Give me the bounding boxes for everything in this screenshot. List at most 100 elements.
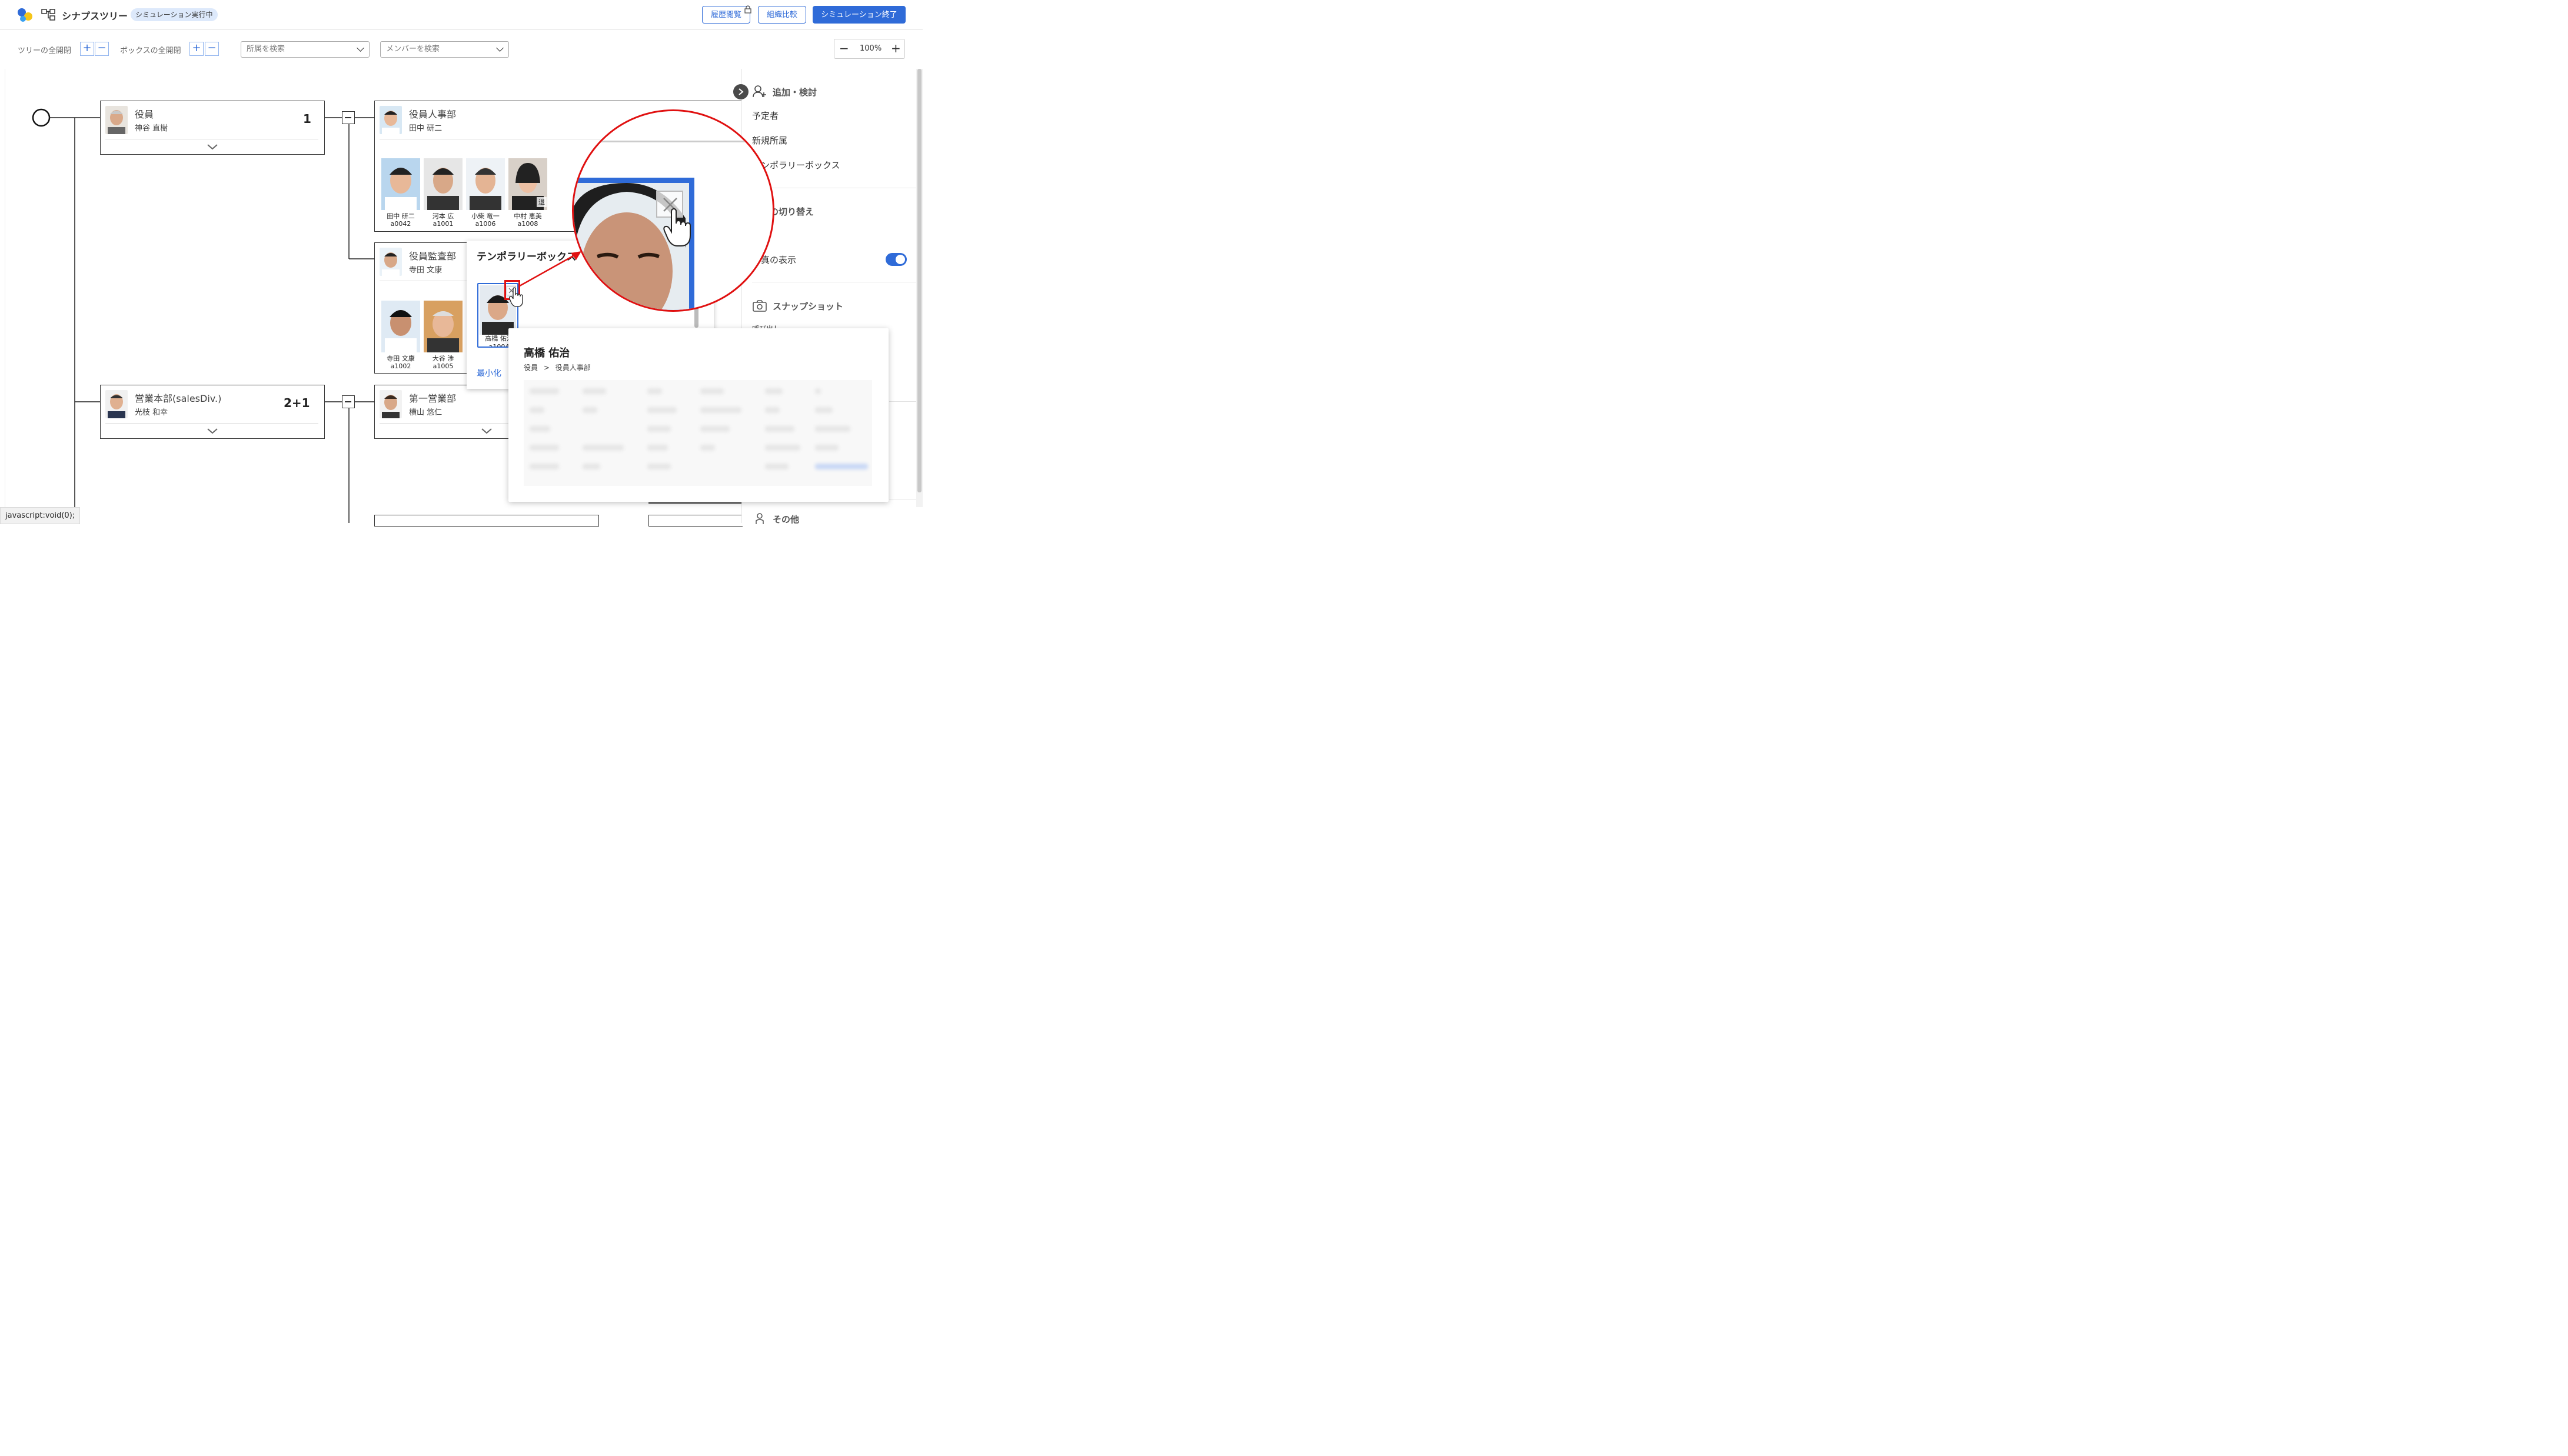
dept-search-select[interactable]: 所属を検索 [241,41,370,58]
org-box-sales-div[interactable]: 営業本部(salesDiv.) 光枝 和幸 2+1 [100,385,325,439]
member-name: 大谷 渉 [432,355,454,362]
breadcrumb-separator: > [543,364,550,372]
org-box-head: 寺田 文康 [409,266,443,275]
member-photo [424,301,463,352]
member-card[interactable]: 退 中村 恵美 a1008 [508,158,547,228]
vertical-scrollbar[interactable] [916,69,923,507]
org-box-head: 横山 悠仁 [409,408,443,417]
photo-display-toggle[interactable] [886,253,907,266]
scrollbar-thumb[interactable] [917,69,922,492]
magnified-edge [586,141,773,142]
chevron-down-icon [357,44,364,52]
toggle-knob [896,255,905,264]
member-search-placeholder: メンバーを検索 [386,45,440,54]
member-id: a1002 [390,362,411,370]
member-id: a0042 [390,220,411,228]
zoom-magnifier [572,109,774,312]
app-title: シナプスツリー [62,11,128,22]
person-photo [380,106,402,134]
simulation-status-badge: シミュレーション実行中 [131,8,218,21]
member-card[interactable]: 小柴 竜一 a1006 [466,158,505,228]
org-tree-icon [41,9,55,21]
org-box-head: 神谷 直樹 [135,124,168,133]
add-person-icon [753,85,766,98]
member-card[interactable]: 大谷 渉 a1005 [424,301,463,370]
other-section-title: その他 [773,514,800,525]
collapse-branch-button[interactable] [342,395,355,408]
chevron-down-icon[interactable] [481,428,493,435]
member-name: 河本 広 [432,212,454,220]
member-name: 中村 恵美 [514,212,542,220]
breadcrumb-root: 役員 [524,364,538,372]
breadcrumb-dept: 役員人事部 [555,364,591,372]
popup-member-name: 高橋 佑治 [524,347,570,359]
org-box-partial[interactable] [648,515,743,527]
end-simulation-button[interactable]: シミュレーション終了 [813,6,906,24]
box-edge [648,502,741,504]
magnified-hand-pointer-icon [663,208,691,246]
add-section-title: 追加・検討 [773,87,817,98]
history-button[interactable]: 履歴閲覧 [702,6,750,24]
org-box-executive[interactable]: 役員 神谷 直樹 1 [100,101,325,155]
org-box-exec-audit[interactable]: 役員監査部 寺田 文康 寺田 文康 a1002 大谷 渉 a1005 [374,242,474,374]
info-person-icon [756,513,764,524]
app-logo [18,8,32,22]
member-photo [381,301,420,352]
member-detail-popup: 高橋 佑治 役員 > 役員人事部 [508,328,889,502]
panel-collapse-button[interactable] [733,84,749,99]
dept-search-placeholder: 所属を検索 [247,45,285,54]
member-id: a1008 [517,220,538,228]
chevron-down-icon[interactable] [207,144,218,151]
org-box-name: 第一営業部 [409,393,457,404]
collapse-branch-button[interactable] [342,111,355,124]
divider [105,423,318,424]
zoom-out-button[interactable]: − [839,41,849,55]
app-header: シナプスツリー シミュレーション実行中 履歴閲覧 組織比較 シミュレーション終了 [0,0,923,30]
member-photo [424,158,463,210]
box-toggle-label: ボックスの全開閉 [120,46,181,55]
org-box-partial[interactable] [374,515,599,527]
hand-pointer-icon [509,287,523,307]
org-box-name: 営業本部(salesDiv.) [135,393,222,404]
zoom-in-button[interactable]: + [891,41,901,55]
member-card[interactable]: 田中 研二 a0042 [381,158,420,228]
panel-item-planned[interactable]: 予定者 [752,109,779,122]
chevron-right-icon [739,88,744,95]
person-photo [380,390,402,418]
tree-toggle-label: ツリーの全開閉 [18,46,72,55]
retire-badge: 退 [537,197,547,207]
camera-icon [753,300,767,312]
member-card[interactable]: 寺田 文康 a1002 [381,301,420,370]
chevron-down-icon [496,44,504,52]
tree-collapse-all-button[interactable]: − [95,42,109,56]
member-name: 寺田 文康 [387,355,415,362]
org-box-name: 役員 [135,109,154,120]
org-box-head: 光枝 和幸 [135,408,168,417]
blurred-detail-table [524,380,872,486]
popup-breadcrumb: 役員 > 役員人事部 [524,362,591,372]
snapshot-section-title: スナップショット [773,301,844,312]
member-id: a1005 [433,362,454,370]
member-photo [466,158,505,210]
member-id: a1006 [475,220,496,228]
browser-status-bar: javascript:void(0); [0,507,81,524]
member-card[interactable]: 河本 広 a1001 [424,158,463,228]
member-name: 田中 研二 [387,212,415,220]
org-box-sales-1[interactable]: 第一営業部 横山 悠仁 [374,385,515,439]
org-compare-button[interactable]: 組織比較 [758,6,806,24]
snapshot-load-item[interactable]: 呼び出し [752,324,780,328]
person-photo [105,390,128,418]
tree-expand-all-button[interactable]: + [80,42,94,56]
box-collapse-all-button[interactable]: − [205,42,219,56]
chevron-down-icon[interactable] [207,428,218,435]
org-box-name: 役員監査部 [409,251,457,262]
lock-icon [744,5,751,14]
member-search-select[interactable]: メンバーを検索 [380,41,509,58]
org-box-name: 役員人事部 [409,109,457,120]
minimize-link[interactable]: 最小化 [477,367,501,379]
person-photo [380,248,402,276]
zoom-control: − 100% + [834,39,905,59]
box-expand-all-button[interactable]: + [189,42,204,56]
member-count: 2+1 [284,396,310,410]
member-id: a1001 [433,220,454,228]
